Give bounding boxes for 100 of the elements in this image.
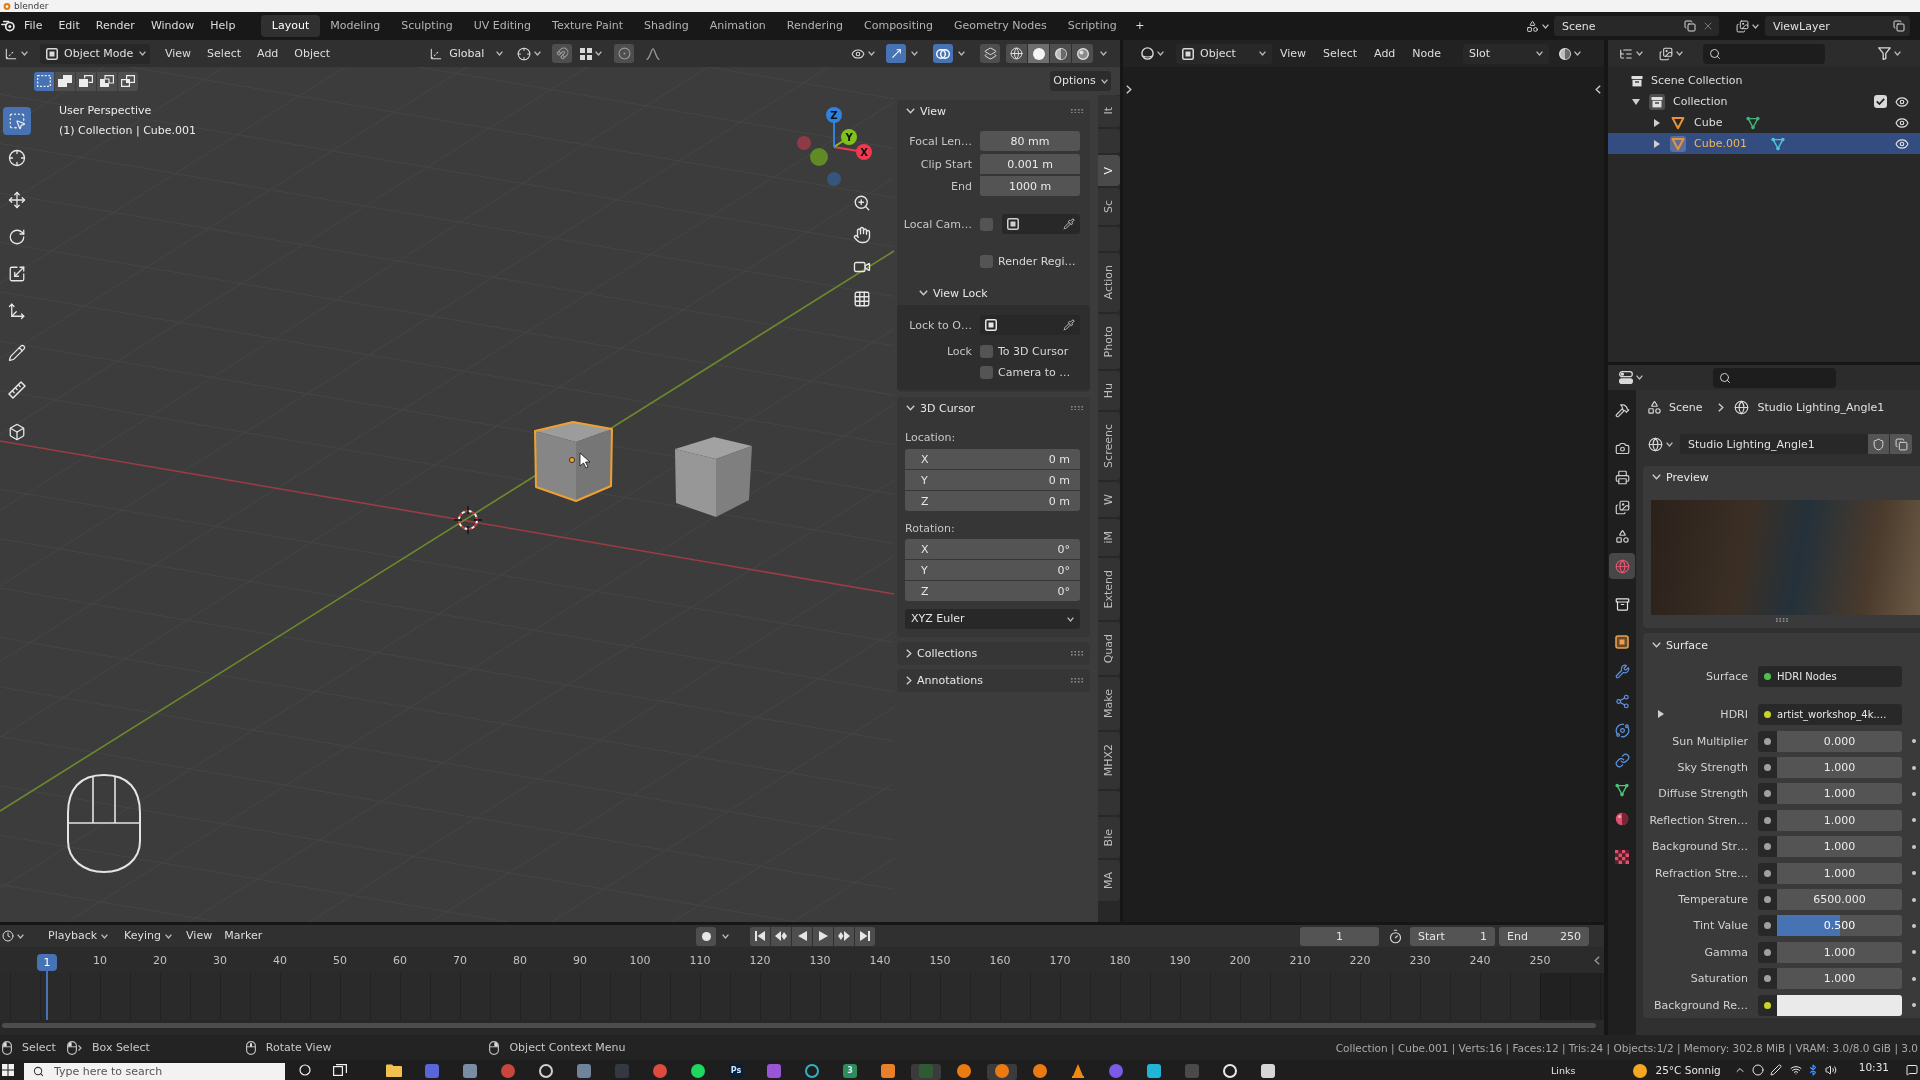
decorator-dot-icon[interactable] bbox=[1912, 739, 1916, 744]
workspace-tab[interactable]: Compositing bbox=[853, 15, 944, 37]
chevron-down-icon[interactable] bbox=[906, 108, 915, 114]
socket-button[interactable] bbox=[1758, 836, 1777, 858]
disclosure-triangle-icon[interactable] bbox=[1632, 98, 1640, 105]
slot-dropdown[interactable]: Slot bbox=[1463, 43, 1550, 64]
menu-item[interactable]: Object bbox=[286, 43, 339, 64]
menu-item[interactable]: Window bbox=[142, 15, 203, 37]
add-workspace-button[interactable]: + bbox=[1127, 15, 1153, 37]
menu-item[interactable]: Select bbox=[199, 43, 250, 64]
sidebar-tab[interactable]: Extend bbox=[1098, 557, 1120, 621]
drag-handle-icon[interactable] bbox=[1070, 108, 1083, 114]
select-mode-button[interactable] bbox=[76, 71, 96, 91]
sidebar-tab[interactable]: W bbox=[1098, 482, 1120, 517]
ring-icon[interactable] bbox=[1751, 1064, 1764, 1076]
socket-button[interactable] bbox=[1758, 941, 1777, 963]
decorator-dot-icon[interactable] bbox=[1912, 897, 1916, 902]
number-field[interactable]: Y 0 m bbox=[905, 470, 1080, 490]
disclosure-triangle-icon[interactable] bbox=[1658, 710, 1664, 718]
caret-icon[interactable] bbox=[722, 933, 729, 939]
panel-title[interactable]: Preview bbox=[1666, 470, 1709, 484]
socket-button[interactable] bbox=[1758, 730, 1777, 752]
object-field[interactable] bbox=[1002, 214, 1080, 234]
number-field[interactable]: 1.000 bbox=[1777, 836, 1902, 858]
number-field[interactable]: 1.000 bbox=[1777, 968, 1902, 990]
taskbar-search-field[interactable]: Type here to search bbox=[24, 1063, 285, 1080]
decorator-dot-icon[interactable] bbox=[1912, 923, 1916, 928]
taskbar-app-button[interactable]: Ps bbox=[721, 1064, 751, 1080]
eye-icon[interactable] bbox=[1895, 115, 1909, 130]
select-mode-button[interactable] bbox=[97, 71, 117, 91]
number-field[interactable]: 1.000 bbox=[1777, 809, 1902, 831]
number-field[interactable]: 80 mm bbox=[980, 131, 1080, 151]
decorator-dot-icon[interactable] bbox=[1912, 871, 1916, 876]
chevron-down-icon[interactable] bbox=[906, 405, 915, 411]
axis-handle[interactable] bbox=[827, 172, 841, 186]
checkbox[interactable] bbox=[980, 254, 993, 268]
sidebar-tab[interactable]: V bbox=[1098, 154, 1120, 187]
sidebar-tab[interactable]: Make bbox=[1098, 677, 1120, 731]
decorator-dot-icon[interactable] bbox=[1912, 1003, 1916, 1008]
sidebar-tab[interactable]: Photo bbox=[1098, 313, 1120, 369]
zoom-icon[interactable] bbox=[853, 194, 871, 212]
number-field[interactable]: 1.000 bbox=[1777, 783, 1902, 805]
pen-icon[interactable] bbox=[1769, 1064, 1782, 1076]
eye-icon[interactable] bbox=[1895, 94, 1909, 109]
decorator-dot-icon[interactable] bbox=[1912, 950, 1916, 955]
gizmo-toggle[interactable] bbox=[886, 44, 906, 63]
slider-field[interactable]: 0.500 bbox=[1777, 915, 1902, 937]
panel-title[interactable]: Annotations bbox=[917, 674, 984, 687]
auto-keying-toggle[interactable] bbox=[696, 926, 716, 946]
menu-item[interactable]: Help bbox=[202, 15, 244, 37]
world-name-field[interactable]: Studio Lighting_Angle1 bbox=[1680, 434, 1868, 454]
3d-cursor-icon[interactable] bbox=[453, 505, 483, 535]
axis-handle[interactable]: Z bbox=[826, 107, 842, 148]
mode-dropdown[interactable]: Object Mode bbox=[40, 43, 150, 64]
stopwatch-icon[interactable] bbox=[1388, 928, 1403, 944]
playback-button[interactable] bbox=[813, 926, 833, 946]
copy-icon[interactable] bbox=[1684, 20, 1696, 32]
hand-icon[interactable] bbox=[853, 226, 871, 244]
chevron-down-icon[interactable] bbox=[919, 290, 928, 296]
panel-title[interactable]: View Lock bbox=[933, 286, 988, 300]
number-field[interactable]: 1.000 bbox=[1777, 941, 1902, 963]
number-field[interactable]: Z 0° bbox=[905, 581, 1080, 601]
socket-button[interactable] bbox=[1758, 915, 1777, 937]
checkbox[interactable] bbox=[1874, 95, 1887, 108]
checkbox[interactable] bbox=[980, 344, 993, 358]
socket-button[interactable] bbox=[1758, 994, 1777, 1016]
eye-icon[interactable] bbox=[1895, 136, 1909, 151]
socket-button[interactable] bbox=[1758, 757, 1777, 779]
search-field[interactable] bbox=[1703, 43, 1825, 64]
workspace-tab[interactable]: Geometry Nodes bbox=[943, 15, 1058, 37]
sidebar-tab[interactable]: MA bbox=[1098, 860, 1120, 902]
drag-handle-icon[interactable] bbox=[1070, 678, 1083, 683]
menu-item[interactable]: Render bbox=[87, 15, 143, 37]
sidebar-tab[interactable]: MHX2 bbox=[1098, 732, 1120, 789]
chevron-down-icon[interactable] bbox=[1652, 474, 1661, 480]
playback-button[interactable] bbox=[771, 926, 791, 946]
grid-icon[interactable] bbox=[853, 290, 871, 308]
menu-item[interactable]: Select bbox=[1315, 43, 1366, 64]
end-frame-field[interactable]: End 250 bbox=[1499, 926, 1589, 946]
fake-user-button[interactable] bbox=[1868, 434, 1889, 454]
menu-item[interactable]: View bbox=[157, 43, 200, 64]
chevron-right-icon[interactable] bbox=[1126, 85, 1132, 94]
workspace-tab[interactable]: Layout bbox=[261, 15, 320, 37]
ring-icon[interactable] bbox=[299, 1064, 311, 1076]
options-dropdown[interactable]: Options bbox=[1050, 71, 1111, 91]
workspace-tab[interactable]: Scripting bbox=[1057, 15, 1128, 37]
shading-mode-button[interactable] bbox=[1006, 44, 1027, 63]
workspace-tab[interactable]: Sculpting bbox=[390, 15, 464, 37]
menu-item[interactable]: Add bbox=[249, 43, 287, 64]
menu-item[interactable]: File bbox=[16, 15, 51, 37]
outliner-item-name[interactable]: Collection bbox=[1673, 95, 1728, 108]
menu-dropdown[interactable]: Keying bbox=[119, 926, 178, 946]
wifi-icon[interactable] bbox=[1789, 1064, 1802, 1076]
drag-handle-icon[interactable] bbox=[1070, 405, 1083, 411]
number-field[interactable]: Y 0° bbox=[905, 560, 1080, 580]
app-logo-icon[interactable] bbox=[1, 20, 15, 32]
select-mode-button[interactable] bbox=[34, 71, 54, 91]
checkbox[interactable] bbox=[980, 365, 993, 379]
windows-logo-icon[interactable] bbox=[2, 1064, 14, 1076]
workspace-tab[interactable]: Animation bbox=[699, 15, 777, 37]
